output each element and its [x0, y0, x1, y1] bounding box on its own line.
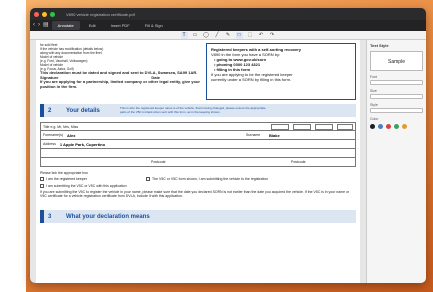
title-bar: V890 vehicle registration certificate.pd… [30, 8, 426, 20]
title-row: Title e.g. Mr, Mrs, Miss [40, 122, 356, 131]
tab-bar: ‹ › ▤ Annotate Edit Insert PDF Fill & Si… [30, 20, 426, 31]
color-swatch[interactable] [370, 124, 375, 129]
ellipse-tool-icon[interactable]: ◯ [203, 32, 210, 39]
title-box-other[interactable] [337, 124, 353, 130]
window-title: V890 vehicle registration certificate.pd… [66, 11, 135, 17]
section-2-header: 2 Your details This is who the registere… [40, 104, 356, 117]
address-row: Address 1 Apple Park, Cupertino [40, 140, 356, 149]
pdf-page: for sold fleet If the vehicle has modifi… [36, 40, 360, 283]
option-3-checkbox[interactable] [40, 184, 44, 189]
address-field[interactable]: 1 Apple Park, Cupertino [60, 142, 105, 147]
close-window-button[interactable] [34, 11, 39, 17]
title-box-mrs[interactable] [293, 124, 311, 130]
style-select[interactable] [370, 108, 423, 113]
info-line: currently under a SORN by filling in thi… [211, 77, 292, 82]
textbox-tool-icon[interactable]: □ [235, 31, 243, 39]
sorn-note: If you are submitting the V5C to registe… [40, 190, 350, 199]
size-label: Size [370, 89, 377, 93]
option-2: The V5C or V5C form shown, I am submitti… [146, 177, 269, 182]
tab-annotate[interactable]: Annotate [51, 21, 80, 30]
partnership-text: If you are applying for a partnership, l… [40, 79, 200, 89]
option-1: I am the registered keeper [40, 177, 87, 182]
redo-icon[interactable]: ↷ [269, 32, 276, 39]
address-row-2[interactable] [40, 149, 356, 158]
style-preview: Sample [370, 51, 423, 71]
inspector-sidebar: Text Style Sample Font Size Style Color [366, 40, 426, 283]
font-select[interactable] [370, 80, 423, 85]
forward-icon[interactable]: › [38, 20, 40, 31]
annotation-toolbar: T ▭ ◯ ╱ ✎ □ ⬚ ↶ ↷ [30, 31, 426, 40]
surname-field[interactable]: Blake [269, 133, 280, 138]
tab-fill-sign[interactable]: Fill & Sign [139, 21, 169, 30]
sidebar-icon[interactable]: ▤ [43, 20, 49, 31]
forenames-field[interactable]: Alex [67, 133, 75, 138]
style-label: Style [370, 103, 378, 107]
forenames-label: Forename(s) [43, 133, 64, 137]
postcode-label: Postcode [151, 160, 166, 164]
selection-tool-icon[interactable]: ⬚ [247, 32, 254, 39]
tab-edit[interactable]: Edit [83, 21, 102, 30]
workspace: for sold fleet If the vehicle has modifi… [30, 40, 426, 283]
option-3-label: I am submitting the V5C or V5C with this… [46, 184, 127, 188]
postcode-row: Postcode Postcode [40, 158, 356, 167]
address-label: Address [43, 142, 56, 146]
color-swatch[interactable] [394, 124, 399, 129]
option-3: I am submitting the V5C or V5C with this… [40, 184, 127, 189]
section-2-number: 2 [48, 107, 52, 114]
text-tool-icon[interactable]: T [180, 31, 188, 39]
left-column: for sold fleet If the vehicle has modifi… [40, 43, 200, 89]
title-label: Title e.g. Mr, Mrs, Miss [43, 124, 79, 129]
color-swatch[interactable] [378, 124, 383, 129]
section-3-number: 3 [48, 213, 52, 220]
line-tool-icon[interactable]: ╱ [214, 32, 221, 39]
rectangle-tool-icon[interactable]: ▭ [192, 32, 199, 39]
surname-label: Surname [246, 133, 261, 137]
option-1-checkbox[interactable] [40, 177, 44, 182]
option-2-label: The V5C or V5C form shown, I am submitti… [152, 177, 269, 181]
color-swatch[interactable] [386, 124, 391, 129]
color-label: Color [370, 117, 379, 121]
sorn-info-box: Registered keepers with a self-sorting r… [206, 43, 356, 100]
minimize-window-button[interactable] [42, 11, 47, 17]
tab-insert-pdf[interactable]: Insert PDF [105, 21, 136, 30]
title-box-miss[interactable] [315, 124, 333, 130]
postcode-label-2: Postcode [291, 160, 306, 164]
option-1-label: I am the registered keeper [46, 177, 87, 181]
font-label: Font [370, 75, 378, 79]
zoom-window-button[interactable] [50, 11, 55, 17]
color-swatches [370, 124, 423, 129]
section-3-title: What your declaration means [66, 213, 150, 220]
sidebar-header: Text Style [370, 43, 389, 48]
section-2-title: Your details [66, 107, 100, 114]
declaration-text: This declaration must be dated and signe… [40, 70, 198, 75]
section-3-header: 3 What your declaration means [40, 210, 356, 223]
app-window: V890 vehicle registration certificate.pd… [30, 8, 426, 283]
title-box-mr[interactable] [271, 124, 289, 130]
name-row: Forename(s) Alex Surname Blake [40, 131, 356, 140]
details-grid: Title e.g. Mr, Mrs, Miss Forename(s) Ale… [40, 122, 356, 167]
document-view[interactable]: for sold fleet If the vehicle has modifi… [30, 40, 366, 283]
pen-tool-icon[interactable]: ✎ [225, 32, 232, 39]
option-2-checkbox[interactable] [146, 177, 150, 182]
tick-instruction: Please tick the appropriate box [40, 171, 89, 175]
undo-icon[interactable]: ↶ [258, 32, 265, 39]
back-icon[interactable]: ‹ [33, 20, 35, 31]
color-swatch[interactable] [402, 124, 407, 129]
section-2-description: This is who the registered keeper name i… [119, 106, 266, 114]
size-select[interactable] [370, 94, 423, 99]
